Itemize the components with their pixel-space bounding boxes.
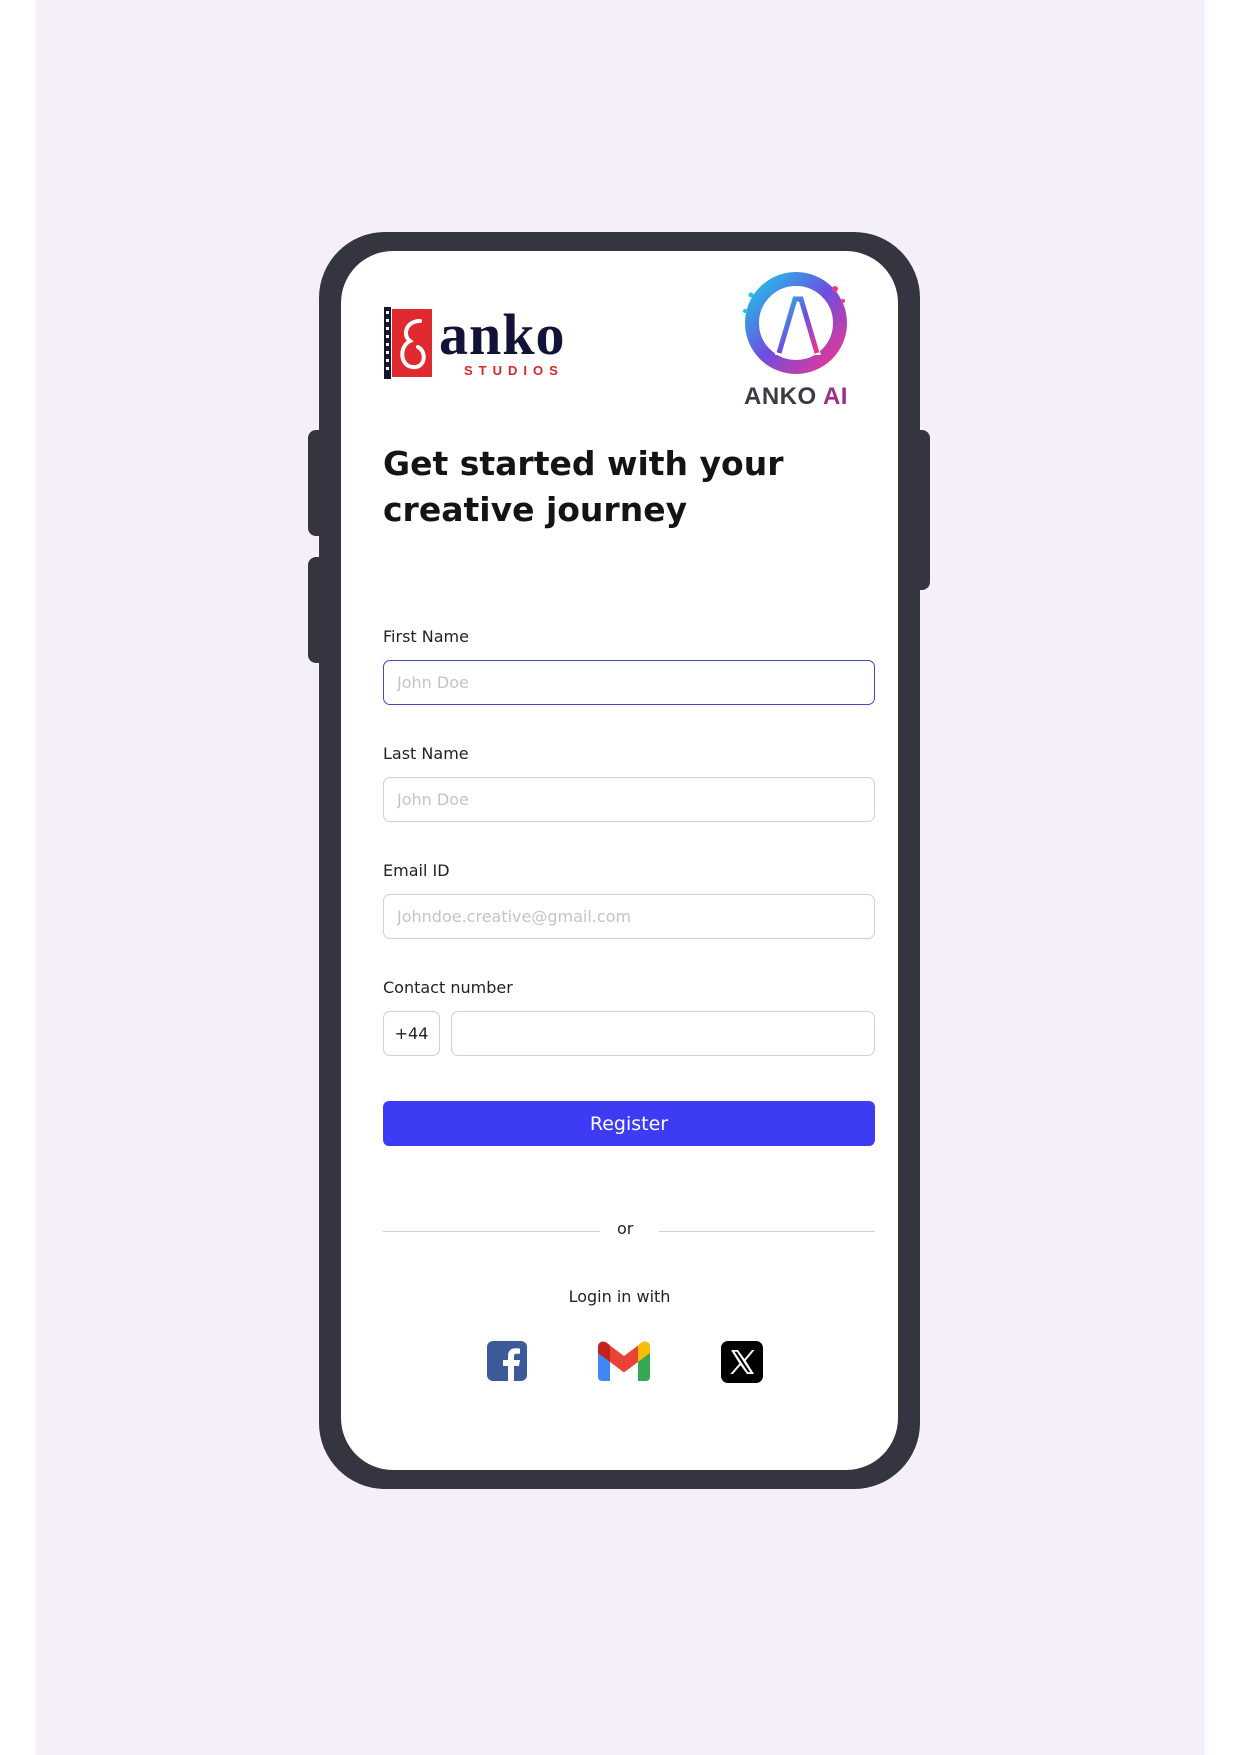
divider-left [383,1231,600,1232]
anko-studios-wordmark: anko [439,302,566,367]
anko-ai-logo-mark [743,272,847,374]
anko-studios-logo-mark [384,307,432,379]
anko-ai-wordmark-anko: ANKO [744,383,817,410]
divider-or-text: or [617,1219,634,1238]
gmail-login-button[interactable] [598,1341,650,1381]
email-label: Email ID [383,861,450,880]
anko-studios-subtitle: STUDIOS [464,363,564,378]
first-name-input[interactable] [383,660,875,705]
gmail-icon [598,1341,650,1381]
anko-ai-wordmark-ai: AI [822,383,848,410]
country-code-selector[interactable]: +44 [383,1011,440,1056]
facebook-icon [487,1341,527,1381]
country-code-value: +44 [394,1024,429,1043]
contact-number-input[interactable] [451,1011,875,1056]
last-name-label: Last Name [383,744,469,763]
first-name-label: First Name [383,627,469,646]
last-name-input[interactable] [383,777,875,822]
page-title: Get started with your creative journey [383,444,784,529]
anko-ai-wordmark: ANKO AI [731,383,861,411]
phone-screen: anko STUDIOS ANKO AI Get started with yo… [341,251,898,1470]
login-with-heading: Login in with [568,1287,671,1306]
contact-number-label: Contact number [383,978,513,997]
divider-right [659,1231,875,1232]
facebook-login-button[interactable] [487,1341,527,1381]
anko-ai-logo: ANKO AI [731,267,861,411]
x-icon [721,1341,763,1383]
anko-studios-logo: anko STUDIOS [384,302,580,387]
x-login-button[interactable] [721,1341,763,1383]
register-button[interactable]: Register [383,1101,875,1146]
email-input[interactable] [383,894,875,939]
